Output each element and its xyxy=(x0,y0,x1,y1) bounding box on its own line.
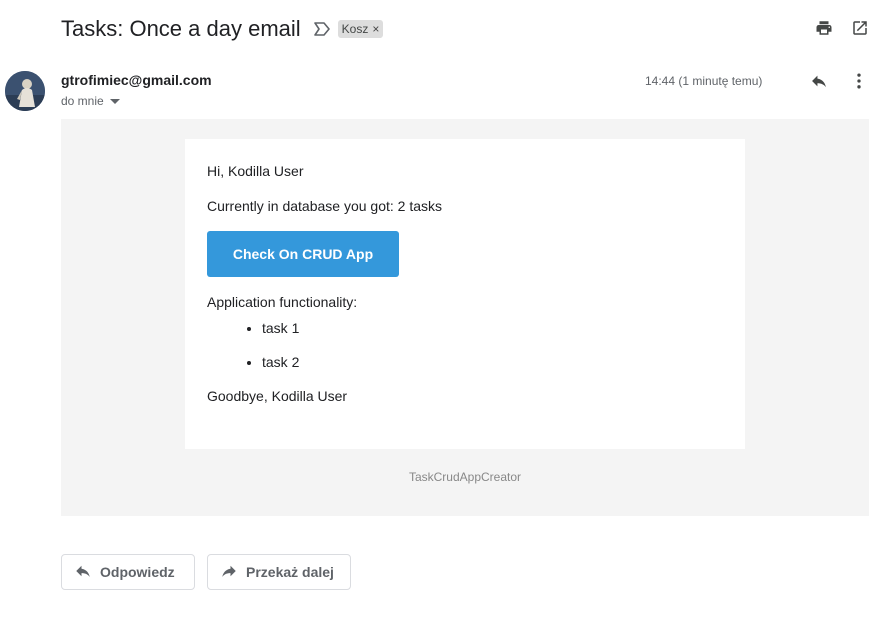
caret-down-icon xyxy=(109,94,120,108)
email-body: Hi, Kodilla User Currently in database y… xyxy=(61,119,869,516)
importance-marker-icon[interactable] xyxy=(313,20,331,38)
reply-button[interactable]: Odpowiedz xyxy=(61,554,195,590)
goodbye-text: Goodbye, Kodilla User xyxy=(207,388,348,404)
more-vert-icon[interactable] xyxy=(849,71,869,91)
list-item: task 1 xyxy=(262,320,723,336)
recipient-text: do mnie xyxy=(61,94,104,108)
task-count-text: Currently in database you got: 2 tasks xyxy=(207,198,443,214)
task-list: task 1 task 2 xyxy=(207,320,723,370)
reply-icon[interactable] xyxy=(809,71,829,91)
recipient-toggle[interactable]: do mnie xyxy=(61,94,120,108)
reply-actions: Odpowiedz Przekaż dalej xyxy=(61,554,351,590)
remove-label-icon[interactable]: × xyxy=(372,20,379,38)
thread-toolbar xyxy=(814,18,870,38)
message-timestamp: 14:44 (1 minutę temu) xyxy=(645,74,763,88)
footer-text: TaskCrudAppCreator xyxy=(408,470,522,484)
email-content-card: Hi, Kodilla User Currently in database y… xyxy=(185,139,745,449)
reply-icon xyxy=(74,562,92,583)
subject-row: Tasks: Once a day email Kosz × xyxy=(61,14,384,44)
open-in-new-window-icon[interactable] xyxy=(850,18,870,38)
print-icon[interactable] xyxy=(814,18,834,38)
sender-avatar[interactable] xyxy=(5,71,45,111)
functionality-heading: Application functionality: xyxy=(207,294,358,310)
email-subject: Tasks: Once a day email xyxy=(61,16,301,41)
check-crud-app-button[interactable]: Check On CRUD App xyxy=(207,231,399,277)
list-item: task 2 xyxy=(262,354,723,370)
reply-button-label: Odpowiedz xyxy=(100,564,175,580)
label-chip-text: Kosz xyxy=(341,22,369,36)
forward-button[interactable]: Przekaż dalej xyxy=(207,554,351,590)
label-chip-trash: Kosz × xyxy=(337,20,384,38)
forward-icon xyxy=(220,562,238,583)
greeting-text: Hi, Kodilla User xyxy=(207,163,304,179)
forward-button-label: Przekaż dalej xyxy=(246,564,334,580)
sender-email[interactable]: gtrofimiec@gmail.com xyxy=(61,72,212,88)
